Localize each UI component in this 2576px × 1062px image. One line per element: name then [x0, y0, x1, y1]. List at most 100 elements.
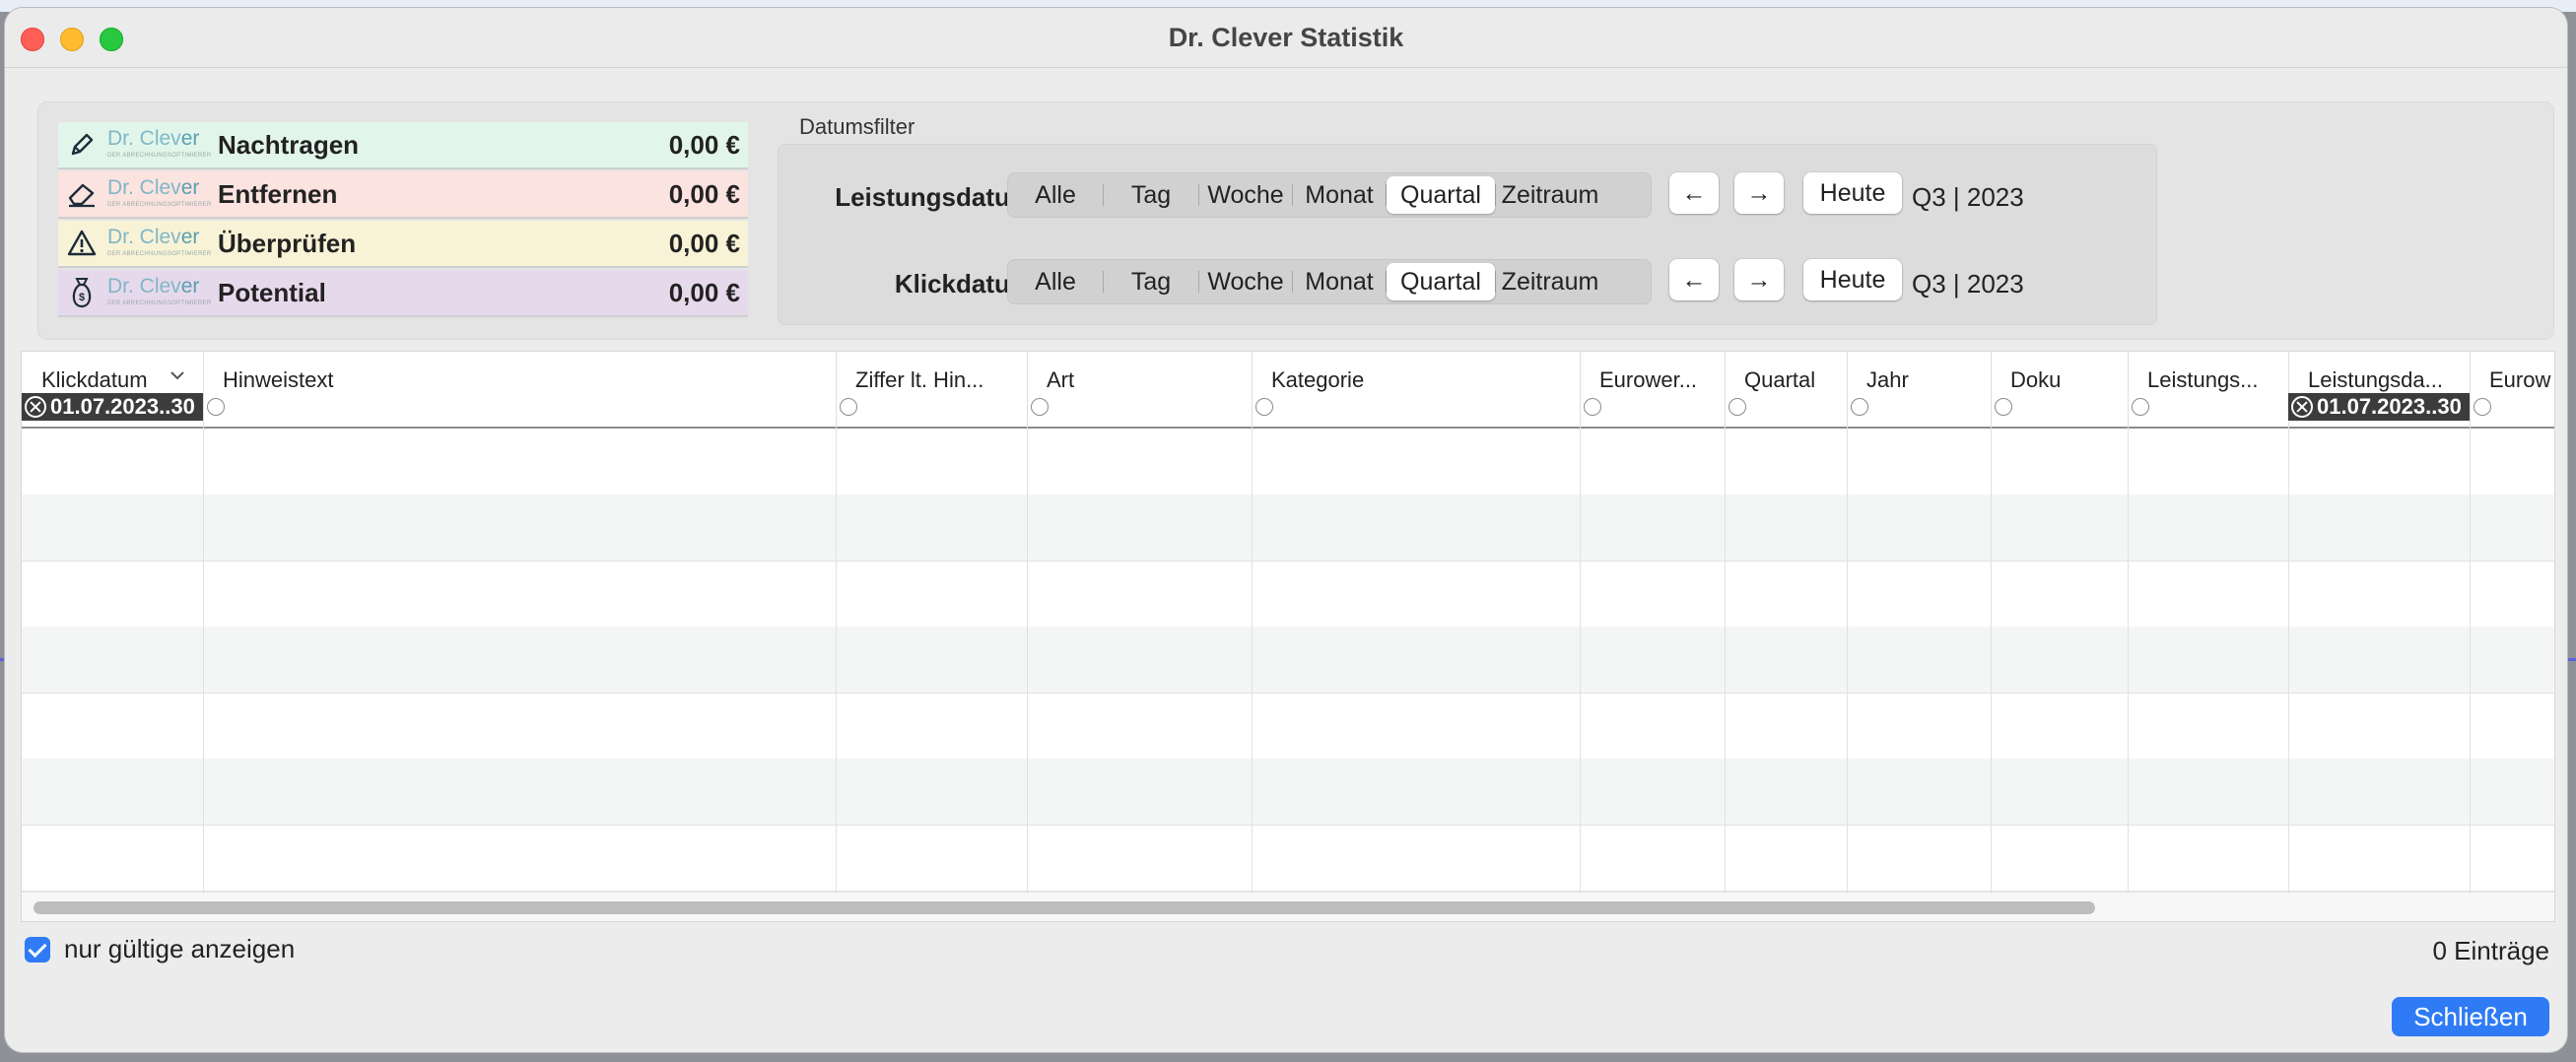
- clear-filter-icon[interactable]: [25, 396, 46, 418]
- column-filter[interactable]: [836, 395, 1027, 419]
- summary-panel: Dr. Clever DER ABRECHNUNGSOPTIMIERER Nacht…: [37, 101, 2554, 340]
- filter-radio-icon[interactable]: [1729, 398, 1746, 416]
- table-row[interactable]: [22, 759, 2554, 826]
- chevron-down-icon[interactable]: [169, 369, 185, 381]
- stat-value: 0,00 €: [668, 277, 740, 307]
- table-row[interactable]: [22, 495, 2554, 562]
- svg-text:$: $: [79, 292, 85, 303]
- filter-radio-icon[interactable]: [2132, 398, 2149, 416]
- stat-row-potential: $ Dr. Clever DER ABRECHNUNGSOPTIMIERER Pote…: [58, 270, 748, 317]
- column-filter[interactable]: [203, 395, 836, 419]
- table-row[interactable]: [22, 561, 2554, 628]
- filter-radio-icon[interactable]: [840, 398, 857, 416]
- stat-value: 0,00 €: [668, 228, 740, 258]
- column-title: Hinweistext: [223, 367, 334, 392]
- column-divider: [1027, 429, 1028, 894]
- column-title: Eurow: [2489, 367, 2551, 392]
- checkbox-checked-icon[interactable]: [25, 936, 50, 962]
- segment-quartal[interactable]: Quartal: [1387, 263, 1495, 300]
- column-divider: [2288, 429, 2289, 894]
- column-header[interactable]: Eurower...: [1580, 352, 1726, 429]
- stat-value: 0,00 €: [668, 129, 740, 160]
- segment-zeitraum[interactable]: Zeitraum: [1496, 263, 1604, 300]
- column-filter[interactable]: [1847, 395, 1991, 419]
- dr-clever-logo: Dr. Clever DER ABRECHNUNGSOPTIMIERER: [107, 275, 212, 306]
- column-header[interactable]: Leistungsda... 01.07.2023..30: [2288, 352, 2471, 429]
- column-title: Jahr: [1866, 367, 1909, 392]
- column-filter-chip[interactable]: 01.07.2023..30: [22, 393, 203, 421]
- close-window-button[interactable]: [21, 28, 44, 51]
- window-title: Dr. Clever Statistik: [1168, 22, 1404, 52]
- nur-gueltige-checkbox[interactable]: nur gültige anzeigen: [25, 934, 295, 964]
- scrollbar-thumb[interactable]: [34, 901, 2095, 914]
- datefilter-row-label: Leistungsdatum: [835, 182, 1033, 212]
- period-segmented-control: Alle Tag Woche Monat Quartal Zeitraum: [1007, 259, 1652, 304]
- column-filter[interactable]: [1580, 395, 1725, 419]
- segment-alle[interactable]: Alle: [1008, 176, 1103, 214]
- filter-radio-icon[interactable]: [207, 398, 225, 416]
- column-header[interactable]: Art: [1027, 352, 1253, 429]
- pencil-icon: [58, 122, 105, 167]
- filter-value: 01.07.2023..30: [50, 394, 195, 419]
- segment-tag[interactable]: Tag: [1104, 263, 1198, 300]
- column-header[interactable]: Jahr: [1847, 352, 1992, 429]
- segment-woche[interactable]: Woche: [1199, 176, 1292, 214]
- column-filter-chip[interactable]: 01.07.2023..30: [2288, 393, 2470, 421]
- next-period-button[interactable]: →: [1734, 259, 1784, 300]
- column-divider: [1725, 429, 1726, 894]
- column-filter[interactable]: [1027, 395, 1252, 419]
- previous-period-button[interactable]: ←: [1669, 259, 1719, 300]
- segment-monat[interactable]: Monat: [1293, 263, 1386, 300]
- eraser-icon: [58, 171, 105, 217]
- segment-alle[interactable]: Alle: [1008, 263, 1103, 300]
- today-button[interactable]: Heute: [1803, 259, 1902, 300]
- column-header[interactable]: Leistungs...: [2128, 352, 2289, 429]
- previous-period-button[interactable]: ←: [1669, 172, 1719, 214]
- stat-label: Entfernen: [218, 178, 338, 209]
- column-header[interactable]: Hinweistext: [203, 352, 837, 429]
- column-filter[interactable]: [1991, 395, 2128, 419]
- zoom-window-button[interactable]: [100, 28, 123, 51]
- segment-tag[interactable]: Tag: [1104, 176, 1198, 214]
- filter-radio-icon[interactable]: [1584, 398, 1601, 416]
- dr-clever-logo: Dr. Clever DER ABRECHNUNGSOPTIMIERER: [107, 176, 212, 208]
- filter-radio-icon[interactable]: [1995, 398, 2012, 416]
- table-row[interactable]: [22, 627, 2554, 694]
- period-segmented-control: Alle Tag Woche Monat Quartal Zeitraum: [1007, 172, 1652, 218]
- column-filter[interactable]: [2470, 395, 2554, 419]
- table-row[interactable]: [22, 429, 2554, 496]
- horizontal-scrollbar[interactable]: [22, 892, 2554, 921]
- column-header[interactable]: Kategorie: [1252, 352, 1581, 429]
- money-bag-icon: $: [58, 270, 105, 315]
- dr-clever-logo: Dr. Clever DER ABRECHNUNGSOPTIMIERER: [107, 127, 212, 159]
- title-bar: Dr. Clever Statistik: [5, 8, 2567, 68]
- clear-filter-icon[interactable]: [2291, 396, 2313, 418]
- table-row[interactable]: [22, 693, 2554, 760]
- column-filter[interactable]: [1725, 395, 1847, 419]
- column-header[interactable]: Quartal: [1725, 352, 1848, 429]
- segment-woche[interactable]: Woche: [1199, 263, 1292, 300]
- filter-value: 01.07.2023..30: [2317, 394, 2462, 419]
- column-title: Kategorie: [1271, 367, 1365, 392]
- table-row[interactable]: [22, 825, 2554, 892]
- schliessen-button[interactable]: Schließen: [2392, 997, 2549, 1036]
- segment-monat[interactable]: Monat: [1293, 176, 1386, 214]
- column-header[interactable]: Ziffer lt. Hin...: [836, 352, 1028, 429]
- column-title: Art: [1047, 367, 1075, 392]
- checkbox-label: nur gültige anzeigen: [64, 934, 296, 963]
- column-title: Leistungs...: [2147, 367, 2259, 392]
- next-period-button[interactable]: →: [1734, 172, 1784, 214]
- segment-quartal[interactable]: Quartal: [1387, 176, 1495, 214]
- filter-radio-icon[interactable]: [1031, 398, 1049, 416]
- filter-radio-icon[interactable]: [1851, 398, 1868, 416]
- column-filter[interactable]: [2128, 395, 2288, 419]
- minimize-window-button[interactable]: [60, 28, 84, 51]
- column-header[interactable]: Klickdatum 01.07.2023..30: [22, 352, 204, 429]
- filter-radio-icon[interactable]: [1255, 398, 1273, 416]
- today-button[interactable]: Heute: [1803, 172, 1902, 214]
- filter-radio-icon[interactable]: [2474, 398, 2491, 416]
- column-header[interactable]: Eurow: [2470, 352, 2554, 429]
- column-filter[interactable]: [1252, 395, 1580, 419]
- segment-zeitraum[interactable]: Zeitraum: [1496, 176, 1604, 214]
- column-header[interactable]: Doku: [1991, 352, 2129, 429]
